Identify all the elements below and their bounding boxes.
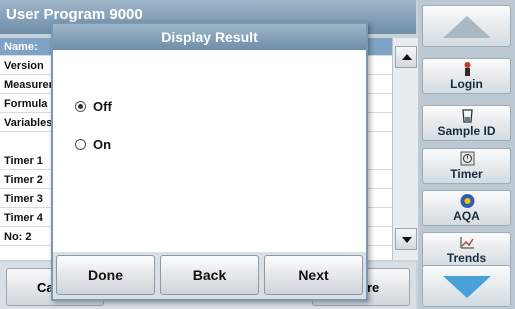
option-on-label: On bbox=[93, 137, 112, 152]
sample-id-button[interactable]: Sample ID bbox=[422, 105, 511, 141]
timer-icon bbox=[460, 151, 475, 166]
dialog-title: Display Result bbox=[53, 24, 366, 50]
dialog-button-bar: Done Back Next bbox=[53, 252, 366, 299]
beaker-icon bbox=[462, 109, 473, 123]
screen: User Program 9000 Name: Version Measurem… bbox=[0, 0, 515, 309]
back-button[interactable]: Back bbox=[160, 255, 259, 295]
large-down-arrow-icon bbox=[443, 276, 491, 298]
arrow-up-icon bbox=[402, 54, 412, 60]
arrow-down-icon bbox=[402, 237, 412, 243]
trends-icon bbox=[460, 237, 474, 249]
scrollbar[interactable] bbox=[392, 38, 418, 260]
scroll-up-button[interactable] bbox=[395, 46, 417, 68]
sidebar: Login Sample ID Timer AQA Trends bbox=[418, 0, 515, 309]
aqa-button[interactable]: AQA bbox=[422, 190, 511, 226]
timer-button[interactable]: Timer bbox=[422, 148, 511, 184]
large-up-arrow-icon bbox=[443, 16, 491, 38]
aqa-icon bbox=[460, 194, 475, 208]
scroll-down-large-button[interactable] bbox=[422, 265, 511, 307]
option-off-label: Off bbox=[93, 99, 112, 114]
login-button[interactable]: Login bbox=[422, 58, 511, 94]
scroll-up-large-button[interactable] bbox=[422, 5, 511, 47]
display-result-dialog: Display Result Off On Done Back Next bbox=[51, 22, 368, 301]
done-button[interactable]: Done bbox=[56, 255, 155, 295]
radio-unselected-icon[interactable] bbox=[75, 139, 86, 150]
person-icon bbox=[464, 62, 471, 76]
scroll-down-button[interactable] bbox=[395, 228, 417, 250]
background-title: User Program 9000 bbox=[6, 6, 143, 23]
radio-selected-icon[interactable] bbox=[75, 101, 86, 112]
trends-button[interactable]: Trends bbox=[422, 232, 511, 268]
next-button[interactable]: Next bbox=[264, 255, 363, 295]
